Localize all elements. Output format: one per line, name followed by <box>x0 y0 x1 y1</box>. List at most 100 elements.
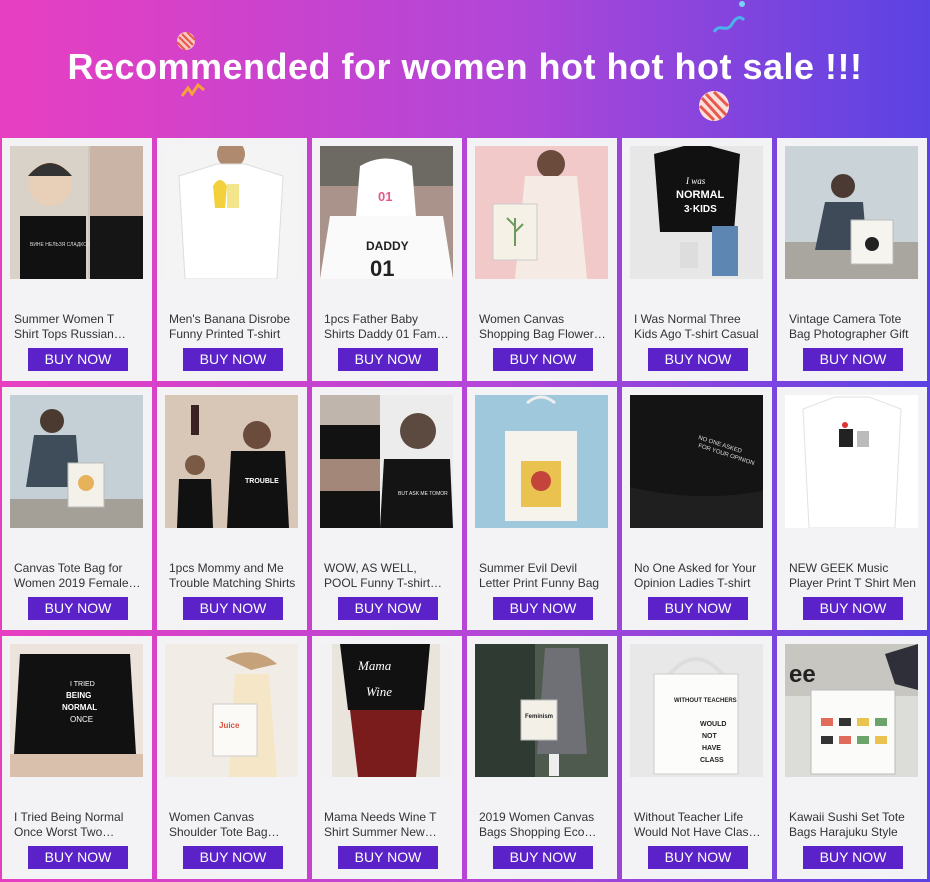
product-title[interactable]: Kawaii Sushi Set Tote Bags Harajuku Styl… <box>789 810 916 840</box>
svg-text:01: 01 <box>378 189 392 204</box>
product-image[interactable]: Mama Wine <box>320 644 453 777</box>
product-card[interactable]: BUT ASK ME TOMOR WOW, AS WELL, POOL Funn… <box>312 387 462 630</box>
buy-now-button[interactable]: BUY NOW <box>338 846 438 869</box>
svg-text:I TRIED: I TRIED <box>70 681 95 688</box>
product-image[interactable] <box>10 395 143 528</box>
buy-now-button[interactable]: BUY NOW <box>648 846 748 869</box>
buy-now-button[interactable]: BUY NOW <box>183 597 283 620</box>
product-image[interactable] <box>785 146 918 279</box>
product-card[interactable]: Juice Women Canvas Shoulder Tote Bag Jui… <box>157 636 307 879</box>
product-title[interactable]: Vintage Camera Tote Bag Photographer Gif… <box>789 312 916 342</box>
banner: Recommended for women hot hot hot sale !… <box>0 0 930 136</box>
buy-now-button[interactable]: BUY NOW <box>648 348 748 371</box>
buy-now-button[interactable]: BUY NOW <box>183 846 283 869</box>
buy-now-button[interactable]: BUY NOW <box>28 348 128 371</box>
product-image[interactable]: WITHOUT TEACHERS WOULD NOT HAVE CLASS <box>630 644 763 777</box>
svg-text:I was: I was <box>685 176 706 186</box>
buy-now-button[interactable]: BUY NOW <box>338 348 438 371</box>
product-image[interactable] <box>475 395 608 528</box>
product-title[interactable]: Summer Women T Shirt Tops Russian Letter… <box>14 312 141 342</box>
buy-now-button[interactable]: BUY NOW <box>493 597 593 620</box>
svg-text:DADDY: DADDY <box>366 239 409 253</box>
product-title[interactable]: Mama Needs Wine T Shirt Summer New Tops <box>324 810 451 840</box>
product-card[interactable]: NEW GEEK Music Player Print T Shirt Men … <box>777 387 927 630</box>
svg-text:WITHOUT TEACHERS: WITHOUT TEACHERS <box>674 698 737 704</box>
svg-text:Mama: Mama <box>357 658 392 673</box>
product-card[interactable]: I was NORMAL 3·KIDS I Was Normal Three Kid… <box>622 138 772 381</box>
svg-text:Juice: Juice <box>219 721 240 730</box>
svg-text:01: 01 <box>370 256 394 279</box>
product-grid: ВИНЕ НЕЛЬЗЯ СЛАДКОЕ Summer Women T Shirt… <box>2 138 928 882</box>
product-title[interactable]: No One Asked for Your Opinion Ladies T-s… <box>634 561 761 591</box>
product-title[interactable]: Women Canvas Shoulder Tote Bag Juice Pri… <box>169 810 296 840</box>
product-card[interactable]: 01 DADDY 01 1pcs Father Baby Shirts Daddy … <box>312 138 462 381</box>
product-title[interactable]: WOW, AS WELL, POOL Funny T-shirt Women <box>324 561 451 591</box>
product-card[interactable]: NO ONE ASKED FOR YOUR OPINION No One Aske… <box>622 387 772 630</box>
product-image[interactable] <box>785 395 918 528</box>
product-card[interactable]: Summer Evil Devil Letter Print Funny Bag… <box>467 387 617 630</box>
svg-text:ВИНЕ НЕЛЬЗЯ СЛАДКОЕ: ВИНЕ НЕЛЬЗЯ СЛАДКОЕ <box>30 242 91 248</box>
product-image[interactable]: Feminism <box>475 644 608 777</box>
buy-now-button[interactable]: BUY NOW <box>28 846 128 869</box>
svg-text:CLASS: CLASS <box>700 757 724 764</box>
product-title[interactable]: 1pcs Father Baby Shirts Daddy 01 Family … <box>324 312 451 342</box>
streamer-icon <box>739 1 745 7</box>
buy-now-button[interactable]: BUY NOW <box>803 597 903 620</box>
product-image[interactable]: ee <box>785 644 918 777</box>
product-image[interactable]: I TRIED BEING NORMAL ONCE <box>10 644 143 777</box>
product-image[interactable]: BUT ASK ME TOMOR <box>320 395 453 528</box>
product-title[interactable]: Without Teacher Life Would Not Have Clas… <box>634 810 761 840</box>
product-card[interactable]: ee Kawaii Sushi Set Tote Bags Harajuku S… <box>777 636 927 879</box>
svg-text:WOULD: WOULD <box>700 721 726 728</box>
buy-now-button[interactable]: BUY NOW <box>493 348 593 371</box>
product-image[interactable]: I was NORMAL 3·KIDS <box>630 146 763 279</box>
striped-ball-icon <box>698 90 730 122</box>
svg-text:NORMAL: NORMAL <box>676 189 725 201</box>
product-image[interactable]: TROUBLE <box>165 395 298 528</box>
product-title[interactable]: I Was Normal Three Kids Ago T-shirt Casu… <box>634 312 761 342</box>
product-image[interactable]: ВИНЕ НЕЛЬЗЯ СЛАДКОЕ <box>10 146 143 279</box>
svg-text:ee: ee <box>789 661 816 688</box>
svg-text:NOT: NOT <box>702 733 718 740</box>
page-title: Recommended for women hot hot hot sale !… <box>67 46 863 87</box>
product-card[interactable]: Men's Banana Disrobe Funny Printed T-shi… <box>157 138 307 381</box>
product-card[interactable]: Vintage Camera Tote Bag Photographer Gif… <box>777 138 927 381</box>
product-title[interactable]: 1pcs Mommy and Me Trouble Matching Shirt… <box>169 561 296 591</box>
product-image[interactable] <box>165 146 298 279</box>
buy-now-button[interactable]: BUY NOW <box>803 348 903 371</box>
svg-text:BEING: BEING <box>66 691 91 700</box>
svg-text:3·KIDS: 3·KIDS <box>684 204 717 215</box>
product-title[interactable]: Canvas Tote Bag for Women 2019 Female Ha… <box>14 561 141 591</box>
svg-text:Feminism: Feminism <box>525 714 553 720</box>
product-card[interactable]: TROUBLE 1pcs Mommy and Me Trouble Matchi… <box>157 387 307 630</box>
product-card[interactable]: Feminism 2019 Women Canvas Bags Shopping… <box>467 636 617 879</box>
buy-now-button[interactable]: BUY NOW <box>338 597 438 620</box>
buy-now-button[interactable]: BUY NOW <box>183 348 283 371</box>
streamer-icon <box>712 16 746 33</box>
product-image[interactable]: 01 DADDY 01 <box>320 146 453 279</box>
product-title[interactable]: Men's Banana Disrobe Funny Printed T-shi… <box>169 312 296 342</box>
product-title[interactable]: I Tried Being Normal Once Worst Two Minu… <box>14 810 141 840</box>
buy-now-button[interactable]: BUY NOW <box>803 846 903 869</box>
product-title[interactable]: Women Canvas Shopping Bag Flower Print <box>479 312 606 342</box>
buy-now-button[interactable]: BUY NOW <box>28 597 128 620</box>
product-title[interactable]: NEW GEEK Music Player Print T Shirt Men <box>789 561 916 591</box>
buy-now-button[interactable]: BUY NOW <box>493 846 593 869</box>
product-card[interactable]: Mama Wine Mama Needs Wine T Shirt Summer … <box>312 636 462 879</box>
product-title[interactable]: 2019 Women Canvas Bags Shopping Eco Femi… <box>479 810 606 840</box>
product-card[interactable]: Women Canvas Shopping Bag Flower Print B… <box>467 138 617 381</box>
svg-text:HAVE: HAVE <box>702 745 721 752</box>
product-card[interactable]: WITHOUT TEACHERS WOULD NOT HAVE CLASS Withou… <box>622 636 772 879</box>
product-title[interactable]: Summer Evil Devil Letter Print Funny Bag <box>479 561 606 591</box>
svg-text:NORMAL: NORMAL <box>62 703 97 712</box>
product-image[interactable]: Juice <box>165 644 298 777</box>
product-card[interactable]: ВИНЕ НЕЛЬЗЯ СЛАДКОЕ Summer Women T Shirt… <box>2 138 152 381</box>
svg-text:TROUBLE: TROUBLE <box>245 478 279 485</box>
product-image[interactable] <box>475 146 608 279</box>
svg-text:Wine: Wine <box>366 684 392 699</box>
product-card[interactable]: I TRIED BEING NORMAL ONCE I Tried Being Nor… <box>2 636 152 879</box>
svg-text:ONCE: ONCE <box>70 715 93 724</box>
product-image[interactable]: NO ONE ASKED FOR YOUR OPINION <box>630 395 763 528</box>
buy-now-button[interactable]: BUY NOW <box>648 597 748 620</box>
product-card[interactable]: Canvas Tote Bag for Women 2019 Female Ha… <box>2 387 152 630</box>
